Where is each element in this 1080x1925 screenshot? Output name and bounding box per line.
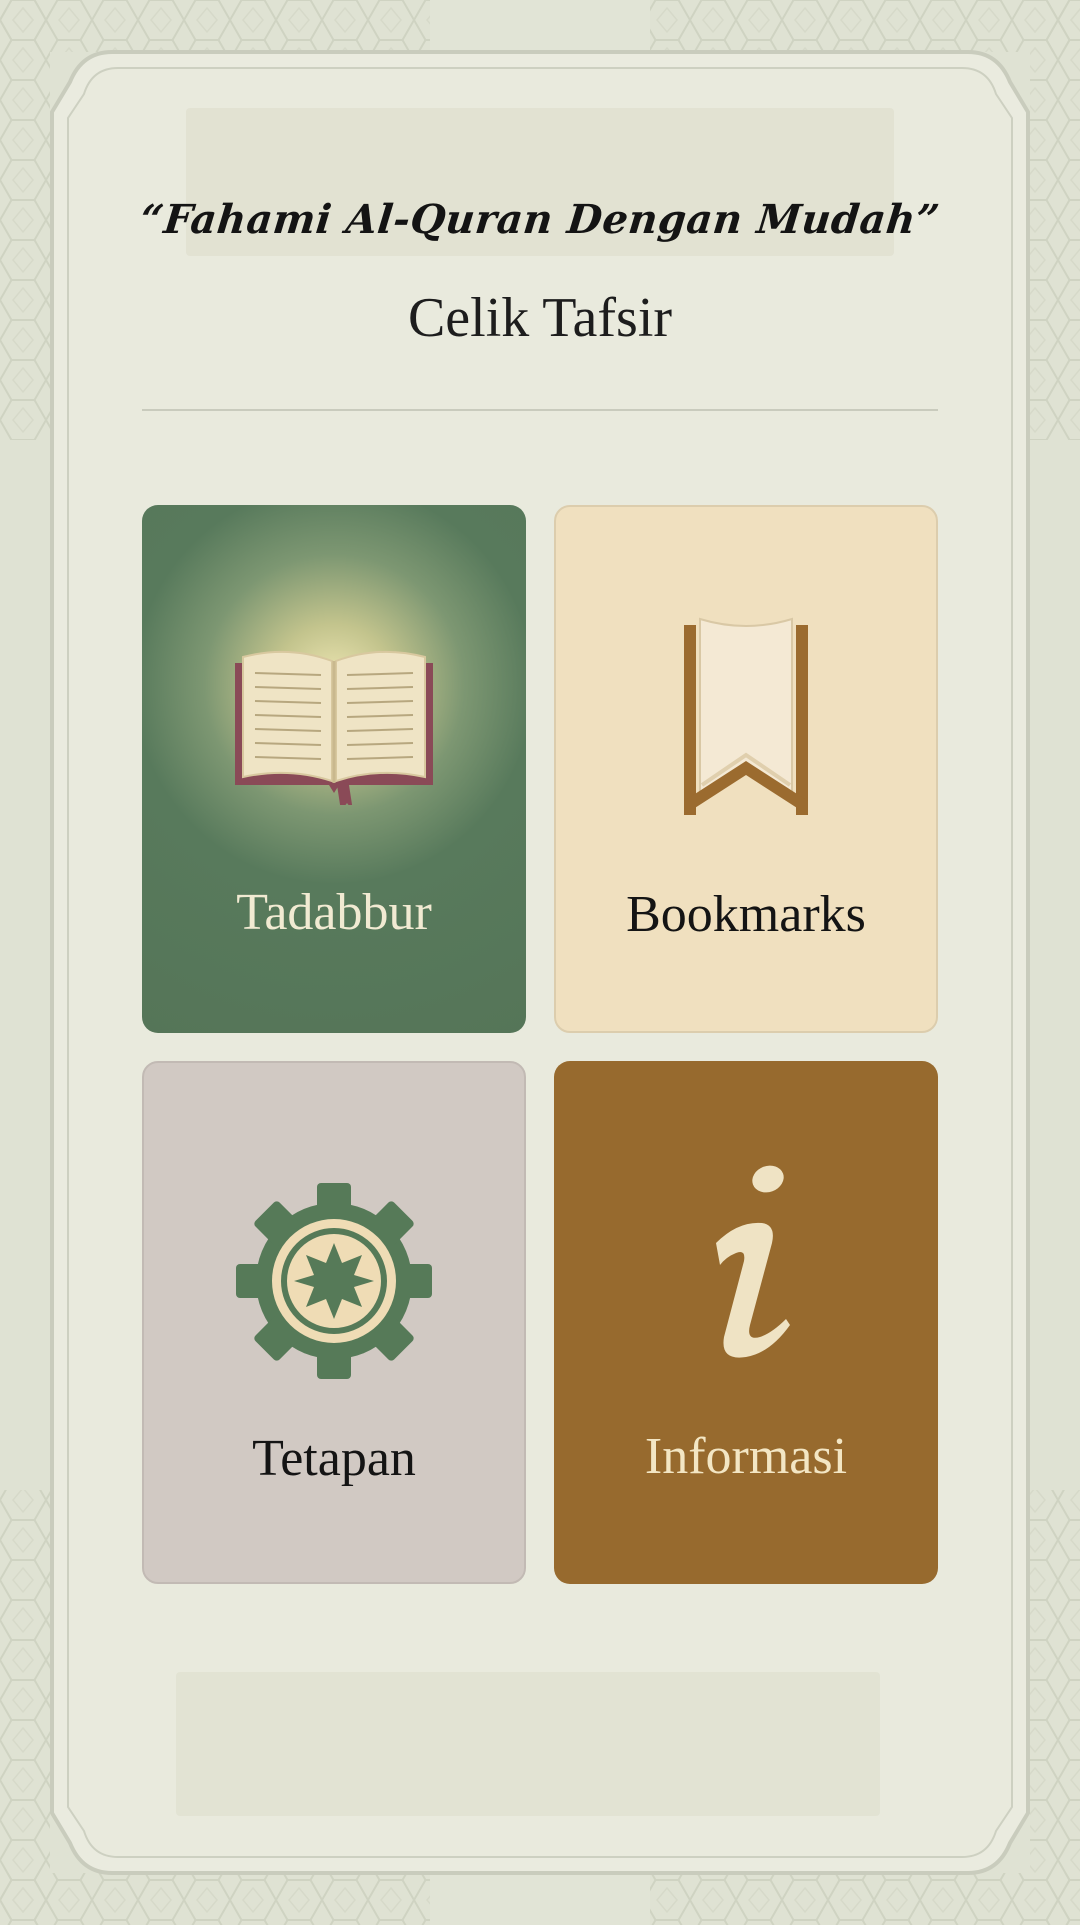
gear-icon <box>144 1181 524 1381</box>
tetapan-label: Tetapan <box>252 1430 416 1487</box>
title-divider <box>142 409 938 411</box>
bookmark-icon <box>556 615 936 825</box>
bookmarks-tile[interactable]: Bookmarks <box>554 505 938 1033</box>
bookmarks-label: Bookmarks <box>626 886 866 943</box>
bottom-panel <box>176 1672 880 1816</box>
tetapan-tile[interactable]: Tetapan <box>142 1061 526 1584</box>
tagline: “Fahami Al-Quran Dengan Mudah” <box>138 196 942 243</box>
informasi-tile[interactable]: Informasi <box>554 1061 938 1584</box>
app-title: Celik Tafsir <box>407 287 673 349</box>
informasi-label: Informasi <box>644 1428 848 1485</box>
info-icon <box>554 1157 938 1377</box>
tadabbur-tile[interactable]: Tadabbur <box>142 505 526 1033</box>
tadabbur-label: Tadabbur <box>236 884 432 941</box>
open-book-icon <box>142 635 526 805</box>
